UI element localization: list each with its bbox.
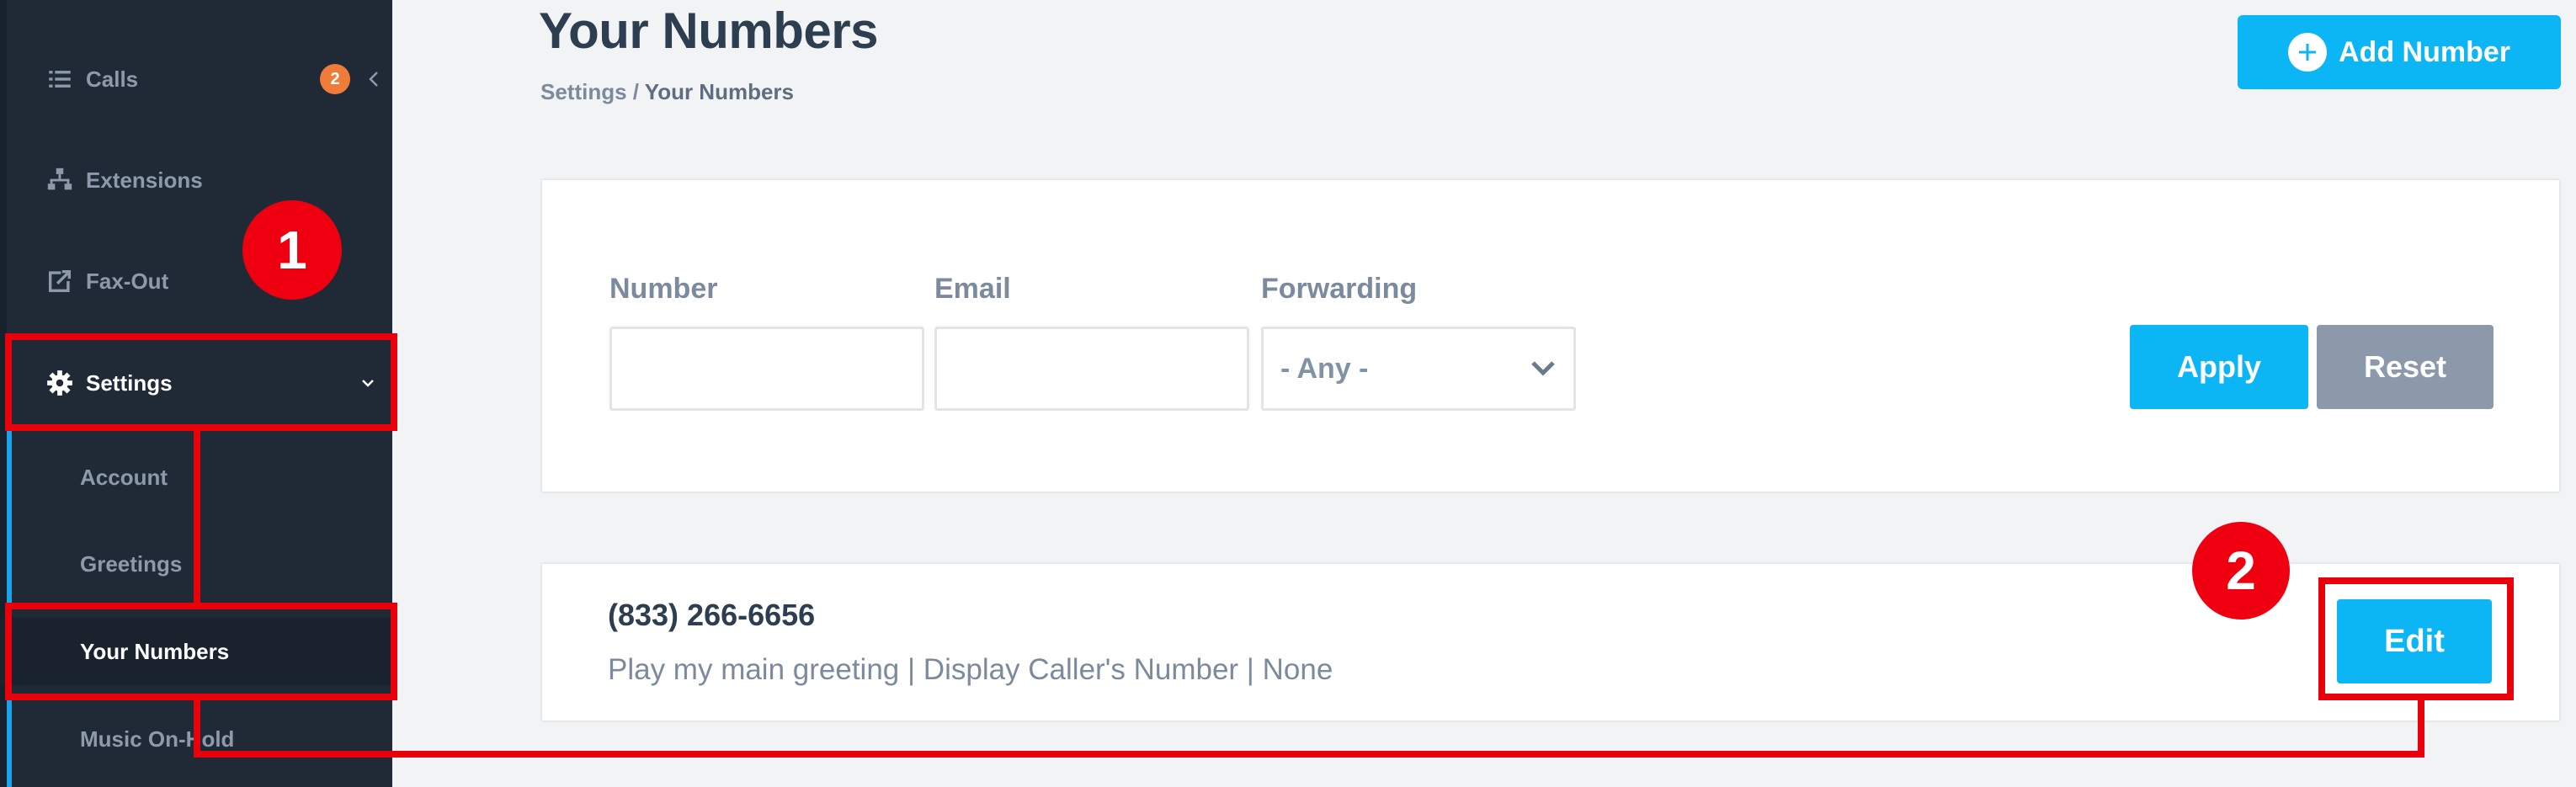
chevron-down-icon	[1531, 361, 1555, 376]
reset-button[interactable]: Reset	[2317, 325, 2494, 409]
settings-highlight-box	[5, 333, 397, 431]
number-filter-input[interactable]	[609, 327, 924, 411]
sidebar-item-label: Extensions	[86, 167, 203, 193]
plus-icon	[2288, 33, 2327, 72]
breadcrumb-current: Your Numbers	[644, 79, 794, 104]
add-number-button[interactable]: Add Number	[2238, 15, 2561, 89]
sidebar-item-extensions[interactable]: Extensions	[0, 142, 392, 218]
connector-line	[194, 700, 200, 758]
share-out-icon	[48, 269, 72, 293]
page-title: Your Numbers	[539, 3, 878, 59]
forwarding-selected-value: - Any -	[1280, 352, 1369, 385]
apply-button[interactable]: Apply	[2130, 325, 2308, 409]
connector-line	[2418, 699, 2424, 758]
step-1-marker: 1	[242, 200, 342, 300]
breadcrumb-separator: /	[626, 79, 645, 104]
forwarding-filter-label: Forwarding	[1261, 273, 1418, 305]
breadcrumb-parent[interactable]: Settings	[540, 79, 627, 104]
connector-line	[194, 431, 200, 603]
add-number-label: Add Number	[2339, 35, 2510, 68]
edit-highlight-box	[2318, 577, 2514, 700]
number-settings-summary: Play my main greeting | Display Caller's…	[608, 653, 1333, 686]
connector-line	[194, 751, 2424, 758]
sidebar-subitem-label: Account	[80, 464, 168, 490]
email-filter-input[interactable]	[934, 327, 1249, 411]
sidebar-subitem-label: Music On-Hold	[80, 726, 235, 752]
your-numbers-highlight-box	[5, 603, 397, 700]
number-filter-label: Number	[609, 273, 718, 305]
chevron-left-icon[interactable]	[365, 69, 382, 89]
phone-number: (833) 266-6656	[608, 598, 816, 632]
sidebar-item-label: Fax-Out	[86, 268, 169, 294]
sidebar-subitem-label: Greetings	[80, 550, 183, 577]
breadcrumb: Settings / Your Numbers	[540, 79, 794, 105]
forwarding-select[interactable]: - Any -	[1261, 327, 1576, 411]
email-filter-label: Email	[934, 273, 1011, 305]
hierarchy-icon	[47, 168, 72, 190]
sidebar-item-label: Calls	[86, 66, 139, 92]
calls-count-badge: 2	[320, 64, 350, 94]
list-icon	[49, 71, 71, 88]
step-2-marker: 2	[2192, 522, 2290, 619]
